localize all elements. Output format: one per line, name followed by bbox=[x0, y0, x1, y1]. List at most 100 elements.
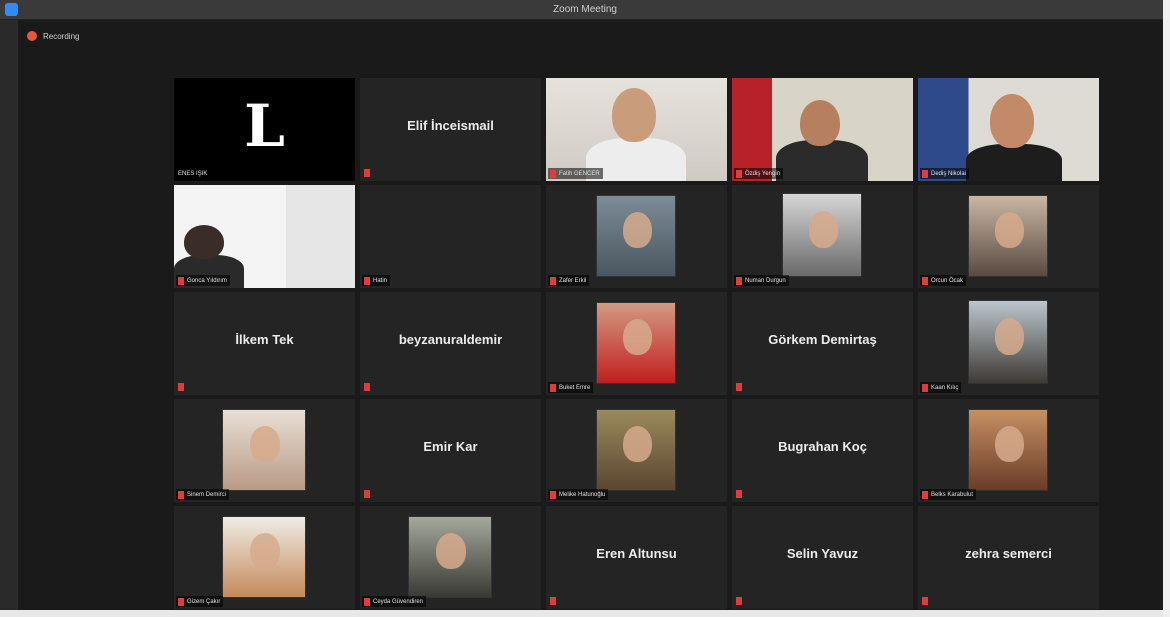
participant-tile[interactable]: Fatih GENCER bbox=[546, 78, 727, 181]
participant-name-bar: Orcun Öcak bbox=[920, 275, 967, 286]
participant-display-name: Selin Yavuz bbox=[786, 546, 859, 561]
participant-tile[interactable]: Melike Hatunoğlu bbox=[546, 399, 727, 502]
profile-face bbox=[995, 318, 1024, 355]
profile-picture bbox=[968, 300, 1048, 384]
participant-tile[interactable]: Orcun Öcak bbox=[918, 185, 1099, 288]
muted-mic-icon bbox=[736, 383, 742, 391]
participant-name-bar: Fatih GENCER bbox=[548, 168, 603, 179]
participant-face bbox=[990, 94, 1034, 148]
muted-mic-icon bbox=[178, 383, 184, 391]
profile-picture bbox=[408, 516, 492, 598]
participant-tile[interactable]: Selin Yavuz bbox=[732, 506, 913, 609]
window-title: Zoom Meeting bbox=[553, 4, 617, 15]
participant-display-name: beyzanuraldemir bbox=[398, 332, 503, 347]
participant-tile[interactable]: Eren Altunsu bbox=[546, 506, 727, 609]
participant-tile[interactable]: İlkem Tek bbox=[174, 292, 355, 395]
participant-name-label: Gonca Yıldırım bbox=[187, 277, 227, 284]
muted-mic-icon bbox=[736, 597, 742, 605]
muted-mic-icon bbox=[178, 597, 184, 606]
participant-name-label: Belks Karabulut bbox=[931, 491, 974, 498]
participant-video: L bbox=[174, 78, 355, 181]
participant-name-label: Kaan Kılıç bbox=[931, 384, 959, 391]
gallery-view-grid: L ENES IŞIK Elif İnceismail Fatih GENCER Özd… bbox=[174, 78, 1102, 609]
participant-tile[interactable]: Gonca Yıldırım bbox=[174, 185, 355, 288]
muted-mic-icon bbox=[178, 490, 184, 499]
muted-mic-icon bbox=[364, 169, 370, 177]
profile-picture bbox=[782, 193, 862, 277]
participant-name-bar: Zafer Erkil bbox=[548, 275, 590, 286]
participant-tile[interactable]: Emir Kar bbox=[360, 399, 541, 502]
muted-mic-icon bbox=[922, 276, 928, 285]
muted-mic-icon bbox=[550, 490, 556, 499]
profile-picture bbox=[222, 516, 306, 598]
participant-tile[interactable]: beyzanuraldemir bbox=[360, 292, 541, 395]
participant-name-label: Ceyda Güvendiren bbox=[373, 598, 424, 605]
muted-mic-icon bbox=[922, 169, 928, 178]
participant-face bbox=[800, 100, 840, 146]
muted-mic-icon bbox=[178, 276, 184, 285]
zoom-window: Zoom Meeting Recording L ENES IŞIK Elif İn… bbox=[0, 0, 1170, 617]
profile-face bbox=[623, 319, 652, 355]
participant-tile[interactable]: Hatin bbox=[360, 185, 541, 288]
profile-face bbox=[436, 533, 466, 569]
window-sidebar-margin bbox=[0, 20, 18, 617]
participant-name-label: Fatih GENCER bbox=[559, 170, 600, 177]
participant-tile[interactable]: zehra semerci bbox=[918, 506, 1099, 609]
participant-tile[interactable]: L ENES IŞIK bbox=[174, 78, 355, 181]
participant-name-label: Zafer Erkil bbox=[559, 277, 587, 284]
participant-tile[interactable]: Numan Durgun bbox=[732, 185, 913, 288]
participant-display-name: zehra semerci bbox=[965, 546, 1052, 561]
participant-tile[interactable]: Dediş Nikolai bbox=[918, 78, 1099, 181]
muted-mic-icon bbox=[736, 169, 742, 178]
participant-tile[interactable]: Özdiş Yengin bbox=[732, 78, 913, 181]
participant-name-label: Buket Emre bbox=[559, 384, 591, 391]
participant-name-bar: Gizem Çakır bbox=[176, 596, 224, 607]
participant-name-bar: Özdiş Yengin bbox=[734, 168, 784, 179]
muted-mic-icon bbox=[922, 597, 928, 605]
muted-mic-icon bbox=[550, 383, 556, 392]
participant-name-bar: Kaan Kılıç bbox=[920, 382, 962, 393]
recording-indicator[interactable]: Recording bbox=[27, 31, 79, 41]
muted-mic-icon bbox=[550, 169, 556, 178]
muted-mic-icon bbox=[922, 490, 928, 499]
participant-tile[interactable]: Sinem Demirci bbox=[174, 399, 355, 502]
participant-name-label: Numan Durgun bbox=[745, 277, 786, 284]
muted-mic-icon bbox=[550, 276, 556, 285]
participant-body bbox=[966, 144, 1062, 181]
title-bar: Zoom Meeting bbox=[0, 0, 1170, 20]
participant-tile[interactable]: Kaan Kılıç bbox=[918, 292, 1099, 395]
desktop-edge-bottom bbox=[0, 610, 1170, 617]
profile-picture bbox=[968, 409, 1048, 491]
muted-mic-icon bbox=[736, 490, 742, 498]
profile-face bbox=[250, 426, 280, 462]
participant-name-bar: ENES IŞIK bbox=[176, 168, 211, 179]
participant-face bbox=[612, 88, 656, 142]
participant-tile[interactable]: Belks Karabulut bbox=[918, 399, 1099, 502]
participant-display-name: Görkem Demirtaş bbox=[768, 332, 877, 347]
participant-name-bar: Ceyda Güvendiren bbox=[362, 596, 427, 607]
participant-tile[interactable]: Görkem Demirtaş bbox=[732, 292, 913, 395]
participant-video bbox=[174, 185, 355, 288]
muted-mic-icon bbox=[550, 597, 556, 605]
participant-name-bar: Melike Hatunoğlu bbox=[548, 489, 609, 500]
participant-tile[interactable]: Elif İnceismail bbox=[360, 78, 541, 181]
participant-name-bar: Sinem Demirci bbox=[176, 489, 230, 500]
participant-tile[interactable]: Bugrahan Koç bbox=[732, 399, 913, 502]
muted-mic-icon bbox=[364, 597, 370, 606]
participant-tile[interactable]: Gizem Çakır bbox=[174, 506, 355, 609]
participant-tile[interactable]: Ceyda Güvendiren bbox=[360, 506, 541, 609]
participant-name-bar: Belks Karabulut bbox=[920, 489, 977, 500]
profile-picture bbox=[968, 195, 1048, 277]
participant-name-label: Gizem Çakır bbox=[187, 598, 221, 605]
profile-face bbox=[623, 426, 652, 462]
participant-name-label: Özdiş Yengin bbox=[745, 170, 781, 177]
muted-mic-icon bbox=[364, 276, 370, 285]
participant-name-label: Hatin bbox=[373, 277, 388, 284]
recording-icon bbox=[27, 31, 37, 41]
participant-tile[interactable]: Zafer Erkil bbox=[546, 185, 727, 288]
profile-picture bbox=[596, 409, 676, 491]
participant-display-name: İlkem Tek bbox=[235, 332, 294, 347]
participant-name-label: Dediş Nikolai bbox=[931, 170, 967, 177]
desktop-edge-right bbox=[1163, 0, 1170, 617]
participant-tile[interactable]: Buket Emre bbox=[546, 292, 727, 395]
